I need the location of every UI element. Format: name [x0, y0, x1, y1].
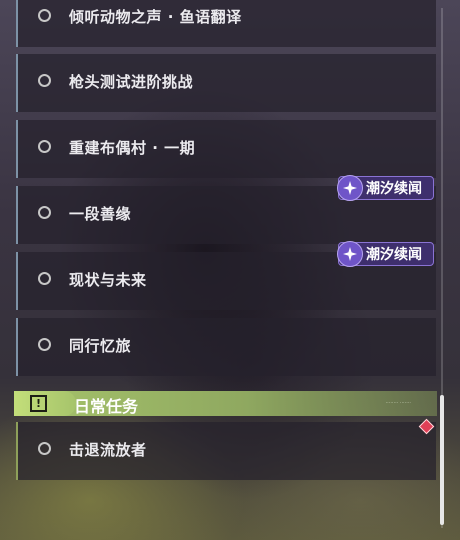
quest-item-0[interactable]: 倾听动物之声 · 鱼语翻译 — [16, 0, 436, 47]
badge-label: 潮汐续闻 — [366, 247, 422, 263]
alert-box: ! — [14, 391, 76, 416]
tide-star-icon — [337, 241, 363, 267]
badge-label: 潮汐续闻 — [366, 181, 422, 197]
daily-quest-item-0[interactable]: 击退流放者 — [16, 422, 436, 480]
quest-label: 枪头测试进阶挑战 — [69, 73, 194, 91]
quest-label: 一段善缘 — [69, 205, 132, 223]
scrollbar-thumb[interactable] — [440, 395, 444, 525]
section-title: 日常任务 — [74, 397, 139, 416]
quest-status-circle-icon — [38, 338, 51, 351]
quest-label: 倾听动物之声 · 鱼语翻译 — [69, 8, 242, 26]
tide-sequel-badge: 潮汐续闻 — [337, 241, 434, 267]
quest-label: 现状与未来 — [69, 271, 147, 289]
quest-label: 击退流放者 — [69, 441, 147, 459]
quest-label: 同行忆旅 — [69, 337, 132, 355]
quest-status-circle-icon — [38, 74, 51, 87]
quest-status-circle-icon — [38, 9, 51, 22]
quest-item-2[interactable]: 重建布偶村 · 一期 — [16, 120, 436, 178]
alert-icon: ! — [30, 395, 47, 412]
tide-star-icon — [337, 175, 363, 201]
quest-item-5[interactable]: 同行忆旅 — [16, 318, 436, 376]
quest-item-1[interactable]: 枪头测试进阶挑战 — [16, 54, 436, 112]
alert-symbol: ! — [35, 397, 42, 410]
quest-item-4[interactable]: 现状与未来 潮汐续闻 — [16, 241, 436, 310]
daily-quests-header[interactable]: ! 日常任务 ········ ······· — [14, 391, 437, 416]
quest-status-circle-icon — [38, 140, 51, 153]
quest-status-circle-icon — [38, 442, 51, 455]
section-subtitle: ········ ······· — [385, 400, 411, 406]
quest-status-circle-icon — [38, 206, 51, 219]
tide-sequel-badge: 潮汐续闻 — [337, 175, 434, 201]
quest-label: 重建布偶村 · 一期 — [69, 139, 196, 157]
quest-item-3[interactable]: 一段善缘 潮汐续闻 — [16, 175, 436, 244]
quest-status-circle-icon — [38, 272, 51, 285]
